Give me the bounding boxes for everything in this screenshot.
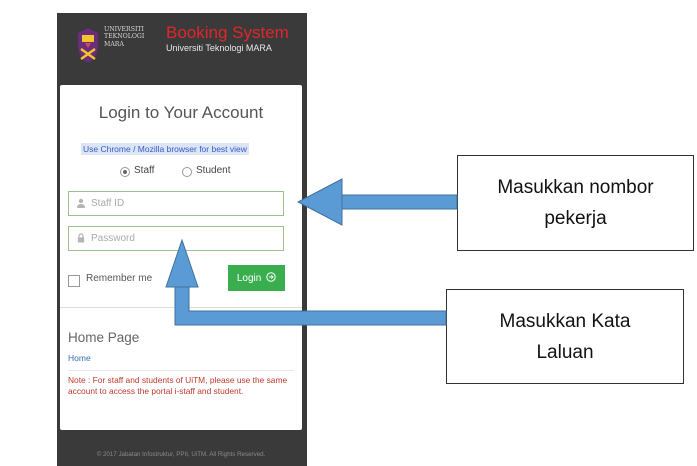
callout-staff-id-line: Masukkan nombor	[497, 177, 654, 198]
staff-id-input[interactable]	[91, 192, 276, 215]
system-name: Booking System	[166, 23, 289, 42]
callout-staff-id-line: pekerja	[544, 208, 607, 229]
callout-password-line: Laluan	[536, 341, 594, 363]
staff-id-field[interactable]	[68, 191, 284, 216]
browser-notice: Use Chrome / Mozilla browser for best vi…	[81, 143, 249, 155]
student-radio[interactable]	[182, 167, 192, 177]
staff-radio[interactable]	[120, 167, 130, 177]
home-link[interactable]: Home	[68, 353, 91, 363]
remember-me-checkbox[interactable]	[68, 275, 80, 287]
callout-staff-id: Masukkan nombor pekerja	[457, 155, 694, 251]
login-card: Login to Your Account Use Chrome / Mozil…	[60, 85, 302, 430]
university-line: MARA	[104, 40, 124, 48]
staff-radio-label[interactable]: Staff	[134, 165, 154, 176]
remember-me-label[interactable]: Remember me	[86, 273, 152, 284]
callout-password: Masukkan Kata Laluan	[446, 289, 684, 384]
home-page-title: Home Page	[68, 330, 140, 345]
system-subtitle: Universiti Teknologi MARA	[166, 43, 272, 53]
password-input[interactable]	[91, 227, 276, 250]
crest-logo-icon	[78, 28, 98, 63]
student-radio-label[interactable]: Student	[196, 165, 230, 176]
callout-password-line: Masukkan Kata	[499, 310, 631, 332]
university-line: TEKNOLOGI	[104, 33, 145, 41]
copyright-footer: © 2017 Jabatan Infostruktur, PPII, UiTM.…	[96, 451, 266, 458]
login-button[interactable]: Login	[228, 265, 285, 291]
university-line: UNIVERSITI	[104, 26, 144, 33]
note-divider	[68, 370, 294, 371]
lock-icon	[77, 233, 85, 243]
password-field[interactable]	[68, 226, 284, 251]
arrow-to-staff-id	[296, 178, 458, 226]
login-button-label: Login	[236, 273, 262, 284]
university-name: UNIVERSITI TEKNOLOGI MARA	[104, 26, 144, 48]
login-title: Login to Your Account	[98, 103, 264, 122]
arrow-circle-right-icon	[266, 272, 276, 282]
account-note: Note : For staff and students of UiTM, p…	[68, 375, 288, 396]
user-icon	[77, 198, 85, 208]
section-divider	[60, 307, 302, 308]
uitm-logo: UNIVERSITI TEKNOLOGI MARA Booking System…	[76, 23, 289, 70]
